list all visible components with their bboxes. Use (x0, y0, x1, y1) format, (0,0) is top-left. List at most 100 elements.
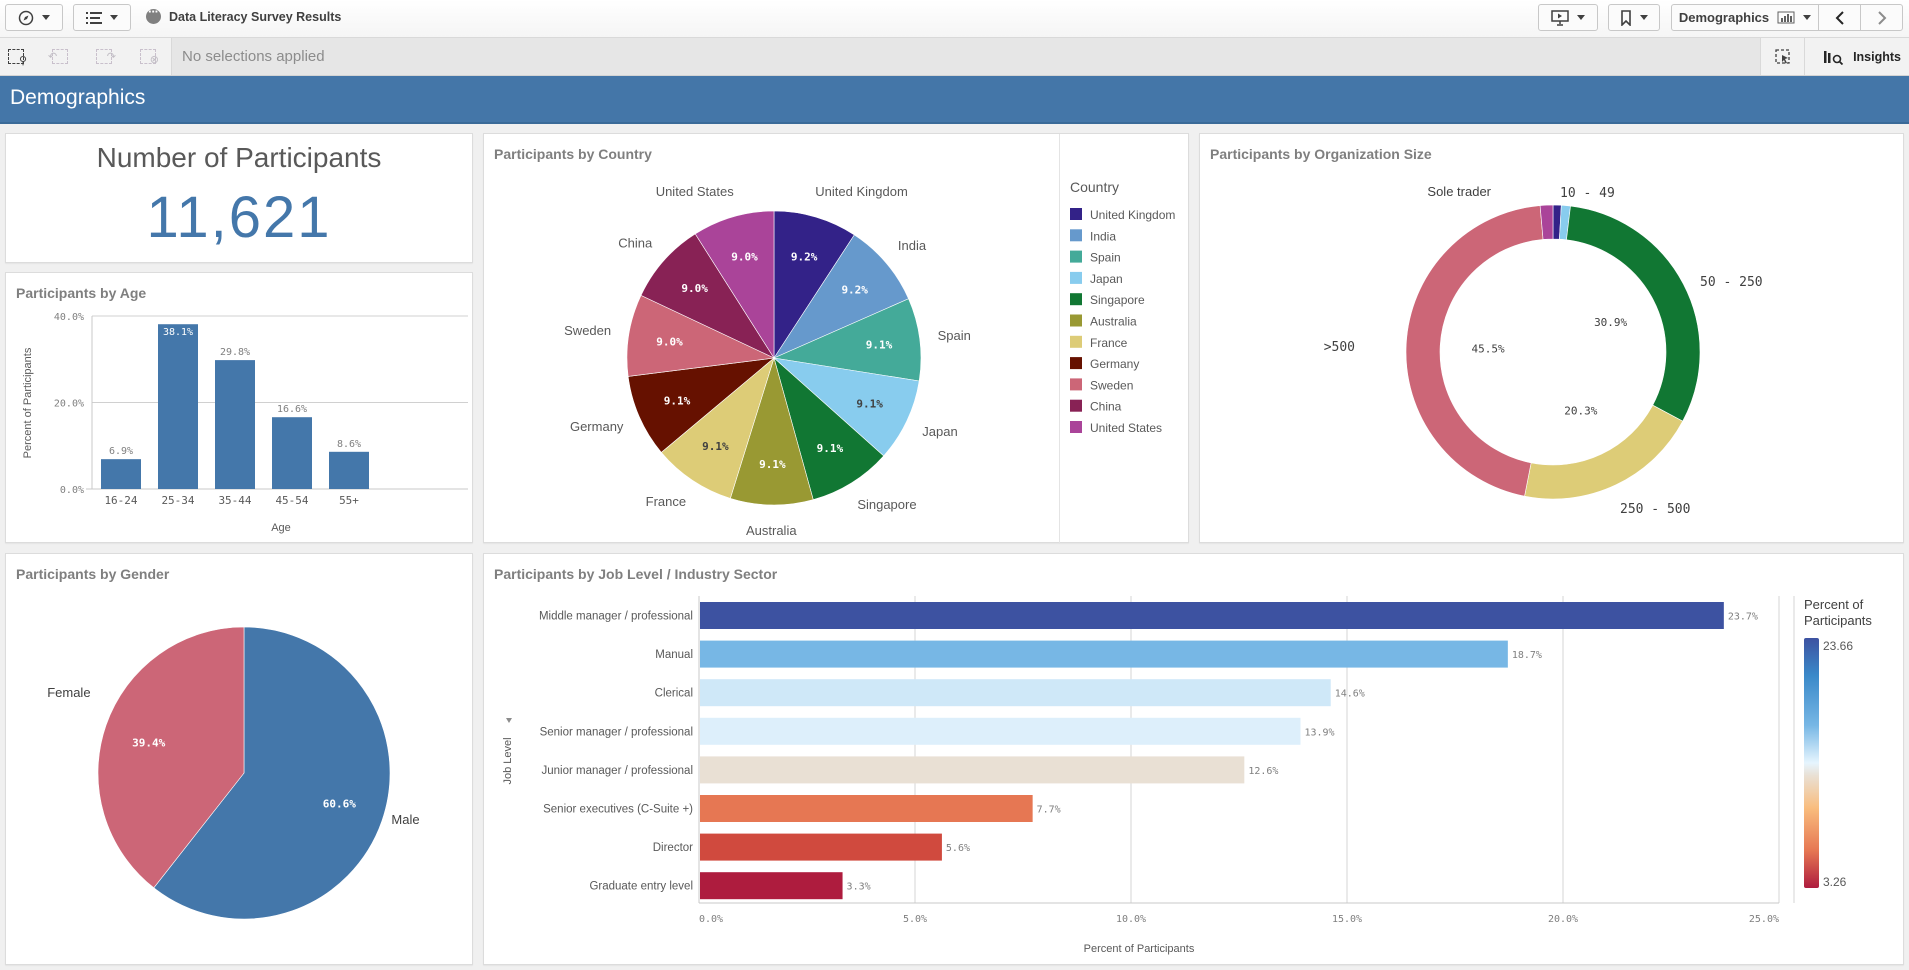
present-button[interactable] (1538, 4, 1598, 31)
sheet-chart-icon (1777, 11, 1795, 24)
legend-divider (1059, 134, 1060, 544)
legend-swatch (1070, 229, 1082, 242)
gradient-legend-bar (1804, 638, 1819, 888)
sheet-title: Demographics (10, 86, 146, 109)
data-label: 12.6% (1248, 766, 1278, 777)
slice-category-label: United Kingdom (815, 184, 908, 199)
slice-category-label: Japan (922, 424, 957, 439)
kpi-participants-panel[interactable]: Number of Participants 11,621 (5, 133, 473, 263)
y-category-label: Manual (655, 649, 693, 661)
legend-swatch (1070, 314, 1082, 327)
y-tick-label: 20.0% (54, 399, 84, 410)
bar-job-level (700, 795, 1033, 822)
bar-job-level (700, 602, 1724, 629)
y-axis-title: Percent of Participants (22, 347, 34, 458)
slice-value-label: 9.1% (759, 458, 786, 471)
bar-job-level (700, 640, 1508, 668)
x-tick-label: 0.0% (699, 914, 723, 925)
lasso-select-icon (1774, 48, 1790, 64)
slice-value-label: 9.2% (841, 284, 868, 297)
slice-category-label: Spain (938, 328, 971, 343)
x-tick-label: 20.0% (1548, 914, 1578, 925)
legend-item-label: Sweden (1090, 378, 1133, 392)
insights-icon (1824, 50, 1844, 65)
slice-value-label: 60.6% (323, 798, 356, 811)
chevron-right-icon (1877, 10, 1886, 25)
more-options-icon (146, 4, 161, 24)
selection-mode-button[interactable] (1760, 38, 1805, 75)
legend-swatch (1070, 378, 1082, 391)
chevron-down-icon (110, 15, 118, 20)
legend-item-label: India (1090, 229, 1116, 243)
next-sheet-button[interactable] (1860, 4, 1903, 31)
slice-category-label: Singapore (857, 497, 916, 512)
data-label: 16.6% (277, 404, 307, 415)
legend-swatch (1070, 399, 1082, 412)
slice-category-label: India (898, 238, 927, 253)
clear-selections-icon[interactable]: ⊗ (140, 49, 159, 66)
legend-item-label: Japan (1090, 272, 1123, 286)
slice-category-label: Sole trader (1427, 184, 1491, 199)
presentation-icon (1551, 9, 1569, 26)
legend-title: Participants (1804, 613, 1872, 628)
legend-swatch (1070, 271, 1082, 284)
selection-right-tools: Insights (1760, 38, 1909, 75)
sheet-selector[interactable]: Demographics (1671, 4, 1819, 31)
app-overview-button[interactable] (73, 4, 131, 31)
donut-slice (1566, 205, 1701, 422)
x-tick-label: 15.0% (1332, 914, 1362, 925)
org-size-chart-panel[interactable]: Participants by Organization Size 10 - 4… (1199, 133, 1904, 543)
bar-16-24 (101, 459, 141, 489)
slice-category-label: China (618, 236, 653, 251)
legend-max-label: 23.66 (1823, 639, 1853, 653)
slice-value-label: 9.2% (791, 251, 818, 264)
previous-sheet-button[interactable] (1818, 4, 1861, 31)
app-title: Data Literacy Survey Results (146, 4, 342, 24)
x-tick-label: 25-34 (161, 494, 194, 507)
chevron-down-icon (1577, 15, 1585, 20)
slice-value-label: 9.0% (731, 250, 758, 263)
slice-value-label: 45.5% (1472, 343, 1505, 356)
x-axis-title: Percent of Participants (1084, 943, 1195, 955)
gender-chart-panel[interactable]: Participants by Gender 60.6% Male 39.4% Fem… (5, 553, 473, 965)
bar-job-level (700, 833, 942, 861)
data-label: 6.9% (109, 446, 133, 457)
bar-job-level (700, 679, 1331, 707)
legend-title: Country (1070, 179, 1119, 195)
x-tick-label: 55+ (339, 494, 359, 507)
job-level-chart-panel[interactable]: Participants by Job Level / Industry Sec… (483, 553, 1904, 965)
step-back-icon[interactable]: ↶ (48, 49, 68, 64)
y-category-label: Middle manager / professional (539, 611, 693, 623)
legend-swatch (1070, 293, 1082, 306)
country-chart-panel[interactable]: Participants by Country 9.2% United Kingd… (483, 133, 1189, 544)
legend-item-label: Germany (1090, 357, 1139, 371)
chevron-down-icon (42, 15, 50, 20)
legend-item-label: United Kingdom (1090, 208, 1175, 222)
insights-label: Insights (1853, 49, 1901, 64)
x-axis-title: Age (271, 522, 291, 534)
data-label: 14.6% (1335, 689, 1365, 700)
slice-category-label: Germany (570, 419, 624, 434)
bookmarks-button[interactable] (1608, 4, 1660, 31)
bar-45-54 (272, 417, 312, 489)
kpi-value: 11,621 (146, 185, 332, 250)
smart-search-icon[interactable]: ⚲ (8, 49, 27, 67)
app-title-text: Data Literacy Survey Results (169, 9, 342, 24)
legend-swatch (1070, 357, 1082, 370)
data-label: 23.7% (1728, 612, 1758, 623)
legend-swatch (1070, 208, 1082, 220)
legend-swatch (1070, 421, 1082, 433)
slice-category-label: 10 - 49 (1560, 186, 1615, 201)
age-chart-panel[interactable]: Participants by Age 0.0% 20.0% 40.0% 6.9% 16… (5, 272, 473, 543)
data-label: 3.3% (847, 882, 871, 893)
slice-category-label: 250 - 500 (1620, 502, 1690, 517)
insights-button[interactable]: Insights (1804, 38, 1909, 75)
step-forward-icon[interactable]: ↷ (96, 49, 116, 64)
y-tick-label: 0.0% (60, 485, 84, 496)
data-label: 8.6% (337, 439, 361, 450)
data-label: 13.9% (1304, 727, 1334, 738)
slice-category-label: Australia (746, 523, 797, 538)
navigation-menu-button[interactable] (5, 4, 63, 31)
selection-status: No selections applied (182, 48, 325, 65)
slice-category-label: Male (391, 812, 419, 827)
